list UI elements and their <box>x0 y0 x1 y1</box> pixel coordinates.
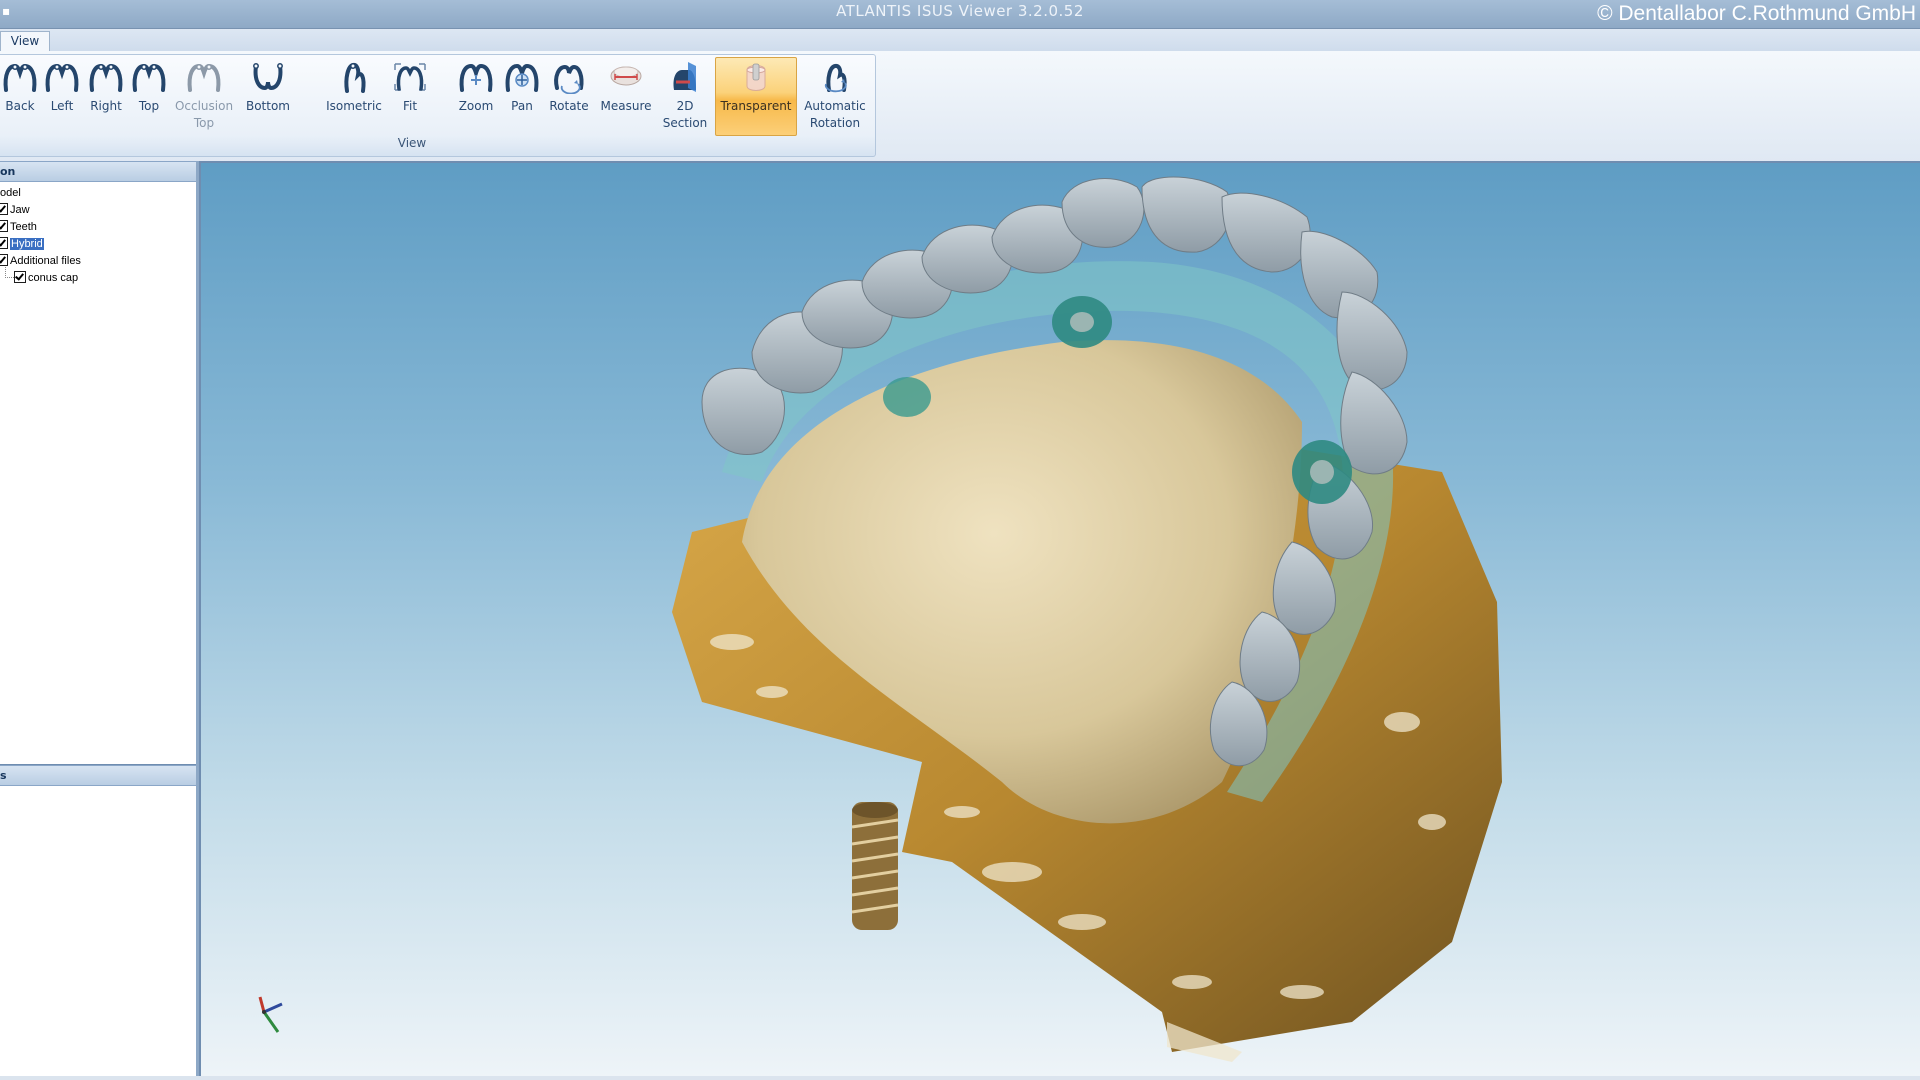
pan-label: Pan <box>511 99 533 113</box>
left-view-button[interactable]: Left <box>42 58 82 135</box>
jaw-top-icon <box>132 63 166 92</box>
tab-view[interactable]: View <box>0 31 50 52</box>
automatic-rotation-button[interactable]: Automatic Rotation <box>800 58 870 135</box>
axis-triad-icon <box>258 996 283 1033</box>
automatic-rotation-icon <box>824 63 847 93</box>
ribbon-group-label: View <box>397 136 427 150</box>
tree-item-label: odel <box>0 187 21 199</box>
transparent-icon <box>746 63 766 91</box>
top-label: Top <box>138 99 160 113</box>
zoom-label: Zoom <box>458 99 494 113</box>
properties-panel-header: s <box>0 765 196 786</box>
back-label: Back <box>5 99 35 113</box>
ribbon-tab-strip: View <box>0 29 1920 52</box>
occlusion-top-icon <box>187 63 221 92</box>
transparent-button[interactable]: Transparent <box>715 57 797 136</box>
isometric-icon <box>344 62 366 93</box>
2d-section-button[interactable]: 2D Section <box>662 58 708 135</box>
status-bar <box>0 1076 1920 1080</box>
tree-item-conus-cap[interactable]: conus cap <box>14 270 78 286</box>
bottom-view-button[interactable]: Bottom <box>242 58 294 135</box>
2d-section-icon <box>673 62 696 92</box>
jaw-right-icon <box>89 63 123 92</box>
dental-model-render[interactable] <box>201 163 1920 1078</box>
title-bar: ▪ ATLANTIS ISUS Viewer 3.2.0.52 © Dental… <box>0 0 1920 29</box>
2d-section-label-line2: Section <box>662 116 708 130</box>
fit-view-button[interactable]: Fit <box>390 58 430 135</box>
conus-cap-checkbox[interactable] <box>14 271 26 283</box>
navigation-panel-header: on <box>0 161 196 182</box>
tree-item-hybrid[interactable]: Hybrid <box>0 236 45 252</box>
tree-item-jaw[interactable]: Jaw <box>0 202 30 218</box>
jaw-back-icon <box>3 63 37 92</box>
rotate-button[interactable]: Rotate <box>548 58 590 135</box>
fit-icon <box>394 63 426 91</box>
jaw-bottom-icon <box>253 63 283 91</box>
additional-files-checkbox[interactable] <box>0 254 8 266</box>
occlusion-top-button[interactable]: Occlusion Top <box>172 58 236 135</box>
implant-screw <box>851 802 899 930</box>
automatic-rotation-label-line2: Rotation <box>809 116 861 130</box>
measure-label: Measure <box>600 99 652 113</box>
tree-item-label: Additional files <box>10 255 81 267</box>
measure-button[interactable]: Measure <box>596 58 656 135</box>
bottom-label: Bottom <box>245 99 290 113</box>
left-panel: on odel Jaw Teeth Hybrid Additional file… <box>0 161 199 1076</box>
measure-icon <box>610 66 642 86</box>
right-view-button[interactable]: Right <box>86 58 126 135</box>
isometric-view-button[interactable]: Isometric <box>324 58 384 135</box>
zoom-icon <box>459 63 493 92</box>
automatic-rotation-label-line1: Automatic <box>804 99 866 113</box>
tree-item-label: Hybrid <box>9 237 45 251</box>
hybrid-checkbox[interactable] <box>0 237 8 249</box>
isometric-label: Isometric <box>326 99 382 113</box>
tree-item-label: Teeth <box>10 221 37 233</box>
fit-label: Fit <box>402 99 418 113</box>
jaw-checkbox[interactable] <box>0 203 8 215</box>
occlusion-label-line1: Occlusion <box>174 99 234 113</box>
tree-item-model[interactable]: odel <box>0 185 21 201</box>
right-label: Right <box>90 99 122 113</box>
teeth-checkbox[interactable] <box>0 220 8 232</box>
2d-section-label-line1: 2D <box>676 99 694 113</box>
tree-connector <box>5 267 14 278</box>
occlusion-label-line2: Top <box>193 116 215 130</box>
back-view-button[interactable]: Back <box>0 58 40 135</box>
copyright-text: © Dentallabor C.Rothmund GmbH <box>1597 2 1916 25</box>
transparent-label: Transparent <box>720 99 792 113</box>
3d-viewport[interactable] <box>199 161 1920 1078</box>
tree-item-label: Jaw <box>10 204 30 216</box>
pan-button[interactable]: Pan <box>502 58 542 135</box>
rotate-icon <box>554 64 584 94</box>
jaw-left-icon <box>45 63 79 92</box>
tree-item-teeth[interactable]: Teeth <box>0 219 37 235</box>
pan-icon <box>505 63 539 92</box>
left-label: Left <box>50 99 74 113</box>
rotate-label: Rotate <box>549 99 589 113</box>
top-view-button[interactable]: Top <box>129 58 169 135</box>
tree-item-label: conus cap <box>28 272 79 284</box>
zoom-button[interactable]: Zoom <box>456 58 496 135</box>
